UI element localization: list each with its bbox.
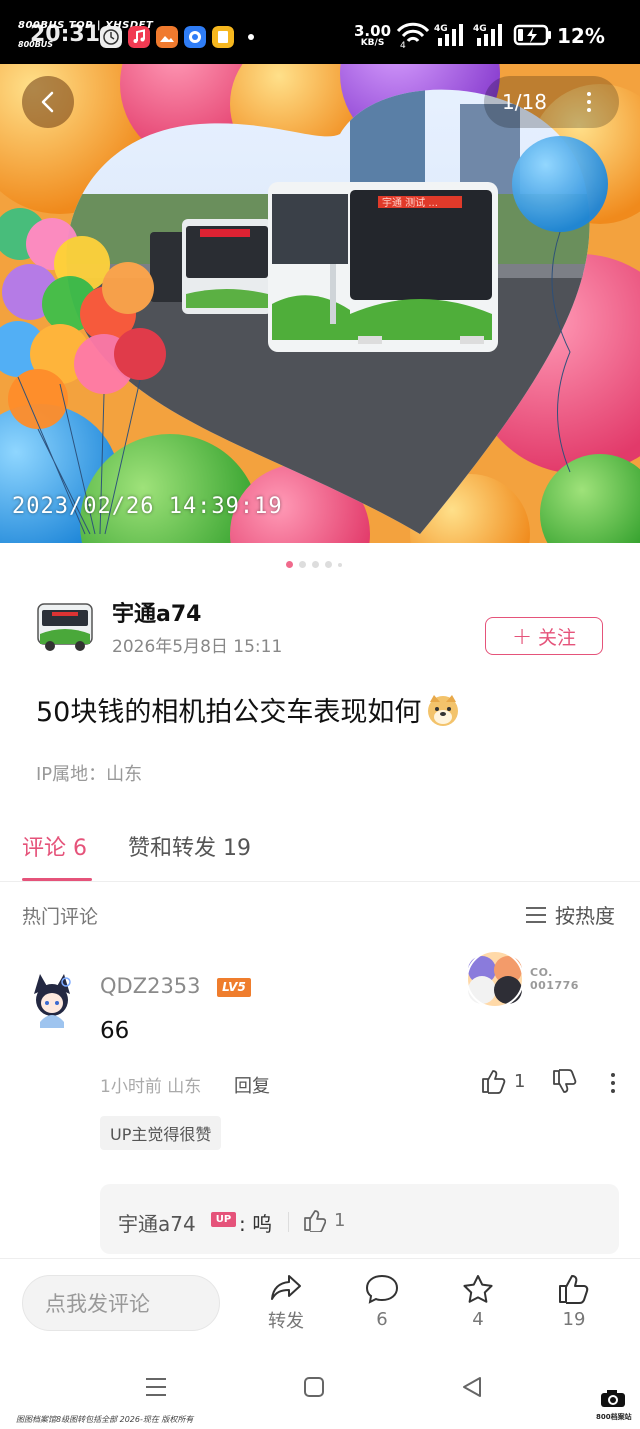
network-speed: 3.00 KB/S	[354, 22, 392, 49]
clock-app-icon	[100, 26, 122, 48]
sort-label: 按热度	[555, 904, 615, 928]
tab-likes-shares[interactable]: 赞和转发 19	[128, 830, 251, 862]
share-label: 转发	[268, 1311, 304, 1332]
more-notifications-dot	[248, 34, 254, 40]
post-date: 2026年5月8日 15:11	[112, 637, 283, 657]
footer-watermark: 图图档案馆8级图转包括全部 2026-现在 版权所有	[16, 1415, 194, 1424]
comment-button[interactable]: 6	[352, 1273, 412, 1330]
svg-text:4G: 4G	[434, 24, 448, 34]
plus-icon: +	[511, 622, 533, 650]
post-title-text: 50块钱的相机拍公交车表现如何	[36, 697, 422, 728]
carousel-dot	[299, 561, 306, 568]
follow-button[interactable]: + 关注	[485, 617, 603, 655]
image-pager: 1/18	[484, 76, 619, 128]
corner-logo: 800档案站	[596, 1388, 632, 1422]
svg-text:4: 4	[400, 41, 406, 48]
page-indicator: 1/18	[502, 90, 547, 114]
carousel-dots	[286, 561, 342, 569]
tab-comments[interactable]: 评论 6	[22, 830, 87, 862]
carousel-dot	[312, 561, 319, 568]
comment-tabs: 评论 6 赞和转发 19	[0, 820, 640, 882]
thumbs-up-icon	[482, 1070, 506, 1094]
comment-text: 66	[100, 1018, 130, 1044]
chevron-left-icon	[41, 91, 54, 113]
author-name[interactable]: 宇通a74	[112, 596, 201, 628]
doge-emoji-icon	[428, 694, 459, 726]
browser-app-icon	[184, 26, 206, 48]
comment-more-icon[interactable]	[611, 1073, 615, 1093]
comment-input[interactable]: 点我发评论	[22, 1275, 220, 1331]
home-icon[interactable]	[303, 1376, 325, 1398]
thumbs-up-icon	[304, 1210, 326, 1232]
reply-like-button[interactable]: 1	[302, 1208, 345, 1232]
wifi-icon: 4	[396, 22, 430, 48]
comment-meta: 1小时前 山东	[100, 1077, 202, 1097]
like-count: 19	[562, 1309, 586, 1330]
back-triangle-icon[interactable]	[461, 1376, 483, 1398]
commenter-name[interactable]: QDZ2353	[100, 974, 201, 998]
follow-label: 关注	[538, 626, 577, 649]
menu-lines-icon	[526, 906, 546, 923]
music-app-icon	[128, 26, 150, 48]
like-button[interactable]: 19	[544, 1273, 604, 1330]
sort-button[interactable]: 按热度	[525, 900, 615, 929]
reply-text: : 呜	[239, 1212, 273, 1236]
commenter-avatar[interactable]	[26, 972, 78, 1028]
status-bar: 800BUS TOP | XHSDFT 20:31 800BUS 3.00 KB…	[0, 0, 640, 64]
favorite-count: 4	[472, 1309, 484, 1330]
carousel-dot	[286, 561, 293, 568]
gallery-app-icon	[156, 26, 178, 48]
signal-1-icon: 4G	[434, 24, 463, 46]
author-avatar[interactable]	[36, 600, 94, 654]
signal-2-icon: 4G	[473, 24, 502, 46]
svg-text:宇通 测试 ...: 宇通 测试 ...	[382, 196, 438, 209]
watermark-bottom: 800BUS	[18, 40, 54, 49]
reply-divider	[288, 1212, 289, 1232]
favorite-button[interactable]: 4	[448, 1273, 508, 1330]
notes-app-icon	[212, 26, 234, 48]
svg-text:4G: 4G	[473, 24, 487, 34]
back-button[interactable]	[22, 76, 74, 128]
battery-charging-icon	[513, 24, 551, 46]
share-arrow-icon	[271, 1275, 301, 1300]
reply-preview[interactable]: 宇通a74 UP : 呜 1	[100, 1184, 619, 1254]
ip-location: IP属地：山东	[36, 764, 143, 785]
level-badge: LV5	[217, 978, 251, 997]
photo-timestamp: 2023/02/26 14:39:19	[12, 494, 283, 519]
reply-like-count: 1	[334, 1209, 346, 1231]
battery-percent: 12%	[557, 24, 605, 48]
carousel-dot	[338, 562, 342, 567]
camera-icon	[601, 1390, 625, 1407]
hot-comments-label: 热门评论	[22, 906, 99, 928]
post-photo: 宇通 测试 ...	[0, 64, 640, 543]
comment-bubble-icon	[365, 1274, 399, 1304]
comment-like-button[interactable]: 1	[480, 1068, 525, 1094]
recent-apps-icon[interactable]	[144, 1376, 168, 1398]
fan-medal-avatar	[466, 950, 524, 1008]
comment-like-count: 1	[514, 1070, 526, 1092]
thumbs-up-icon	[559, 1275, 589, 1304]
bottom-action-bar: 点我发评论 转发 6 4 19	[0, 1258, 640, 1348]
comment-count: 6	[376, 1309, 388, 1330]
reply-author[interactable]: 宇通a74	[118, 1208, 196, 1237]
thumbs-down-icon[interactable]	[551, 1068, 579, 1096]
active-tab-indicator	[22, 878, 92, 881]
star-icon	[463, 1275, 493, 1303]
up-liked-badge: UP主觉得很赞	[100, 1116, 222, 1150]
up-tag: UP	[211, 1212, 236, 1227]
post-title: 50块钱的相机拍公交车表现如何	[36, 690, 461, 729]
more-options-icon[interactable]	[587, 92, 591, 112]
fan-medal-number: CO. 001776	[530, 966, 579, 992]
reply-button[interactable]: 回复	[234, 1072, 270, 1098]
carousel-dot	[325, 561, 332, 568]
share-button[interactable]: 转发	[256, 1273, 316, 1333]
post-image-carousel[interactable]: 宇通 测试 ... 2023/02/26 14:39:19	[0, 64, 640, 543]
